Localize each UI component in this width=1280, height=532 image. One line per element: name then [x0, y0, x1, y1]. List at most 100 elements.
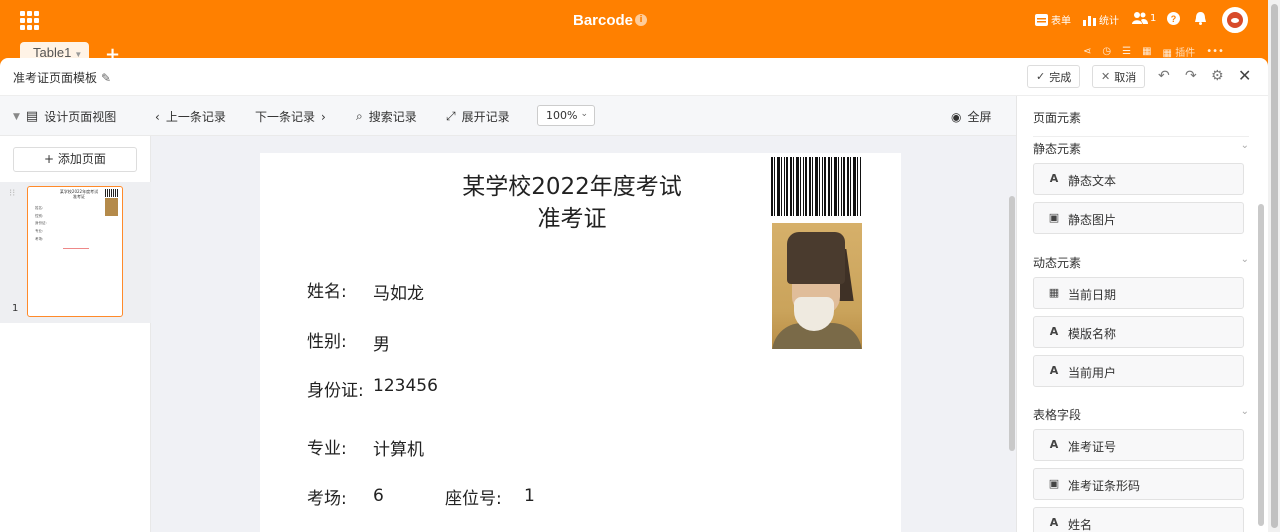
static-section-header[interactable]: 静态元素 ⌄: [1033, 140, 1249, 157]
thumbnail-name-line: 姓名:: [35, 206, 44, 210]
stats-button[interactable]: 统计: [1083, 12, 1119, 27]
chevron-down-icon[interactable]: ⌄: [1241, 254, 1249, 265]
zoom-value: 100%: [546, 109, 578, 122]
element-ticket-barcode[interactable]: ▣ 准考证条形码: [1033, 468, 1244, 500]
bell-icon: [1195, 12, 1206, 25]
page-list-panel: + 添加页面 ⁝⁝ 1 某学校2022年度考试 准考证 姓名: 性别: 身份证:…: [0, 136, 151, 532]
dynamic-section-header[interactable]: 动态元素 ⌄: [1033, 254, 1249, 271]
scrollbar-thumb[interactable]: [1271, 4, 1278, 528]
members-count: 1: [1150, 12, 1157, 24]
page-number: 1: [12, 303, 19, 314]
panel-title: 页面元素: [1033, 111, 1082, 125]
page-design-editor: 准考证页面模板 ✎ ✓ 完成 ✕ 取消 ↶ ↷ ⚙ ✕ ▼ ▤ 设计页面视图 ‹ …: [0, 58, 1268, 532]
table-layout-icon: ▤: [25, 109, 39, 124]
page-thumbnail-row[interactable]: ⁝⁝ 1 某学校2022年度考试 准考证 姓名: 性别: 身份证: 专业: 考场…: [0, 182, 151, 323]
settings-gear-icon[interactable]: ⚙: [1211, 68, 1224, 84]
element-label: 姓名: [1068, 518, 1093, 532]
chevron-down-icon[interactable]: ⌄: [1241, 406, 1249, 417]
canvas-scrollbar[interactable]: [1009, 196, 1015, 451]
template-title: 准考证页面模板 ✎: [13, 69, 111, 86]
element-label: 当前用户: [1068, 366, 1117, 380]
text-icon: A: [1049, 325, 1059, 338]
elements-panel-scrollbar[interactable]: [1258, 204, 1264, 526]
drag-handle-icon[interactable]: ⁝⁝: [9, 189, 15, 199]
design-view-toggle[interactable]: ▼ ▤ 设计页面视图: [13, 108, 116, 125]
cancel-button[interactable]: ✕ 取消: [1092, 65, 1146, 88]
done-button[interactable]: ✓ 完成: [1027, 65, 1081, 88]
edit-pencil-icon[interactable]: ✎: [101, 71, 111, 85]
element-current-user[interactable]: A 当前用户: [1033, 355, 1244, 387]
form-button[interactable]: 表单: [1035, 12, 1071, 27]
name-value[interactable]: 马如龙: [373, 279, 424, 304]
ticket-barcode[interactable]: [771, 157, 861, 216]
seat-value[interactable]: 1: [524, 486, 535, 506]
gender-label[interactable]: 性别:: [307, 327, 347, 352]
close-editor-icon[interactable]: ✕: [1238, 66, 1251, 85]
history-icon[interactable]: ◷: [1102, 46, 1111, 57]
next-record-button[interactable]: 下一条记录 ›: [255, 108, 326, 125]
layout-icon[interactable]: ☰: [1122, 46, 1131, 57]
thumbnail-barcode: [105, 189, 118, 197]
seat-label[interactable]: 座位号:: [445, 484, 502, 509]
table-fields-section-header[interactable]: 表格字段 ⌄: [1033, 406, 1249, 423]
search-record-button[interactable]: ⌕ 搜索记录: [356, 108, 417, 125]
element-label: 准考证号: [1068, 440, 1117, 454]
members-button[interactable]: 1: [1132, 12, 1156, 24]
element-label: 模版名称: [1068, 327, 1117, 341]
fullscreen-label: 全屏: [967, 110, 992, 124]
more-icon[interactable]: •••: [1206, 46, 1224, 57]
form-label: 表单: [1051, 16, 1071, 27]
share-icon[interactable]: ⋖: [1083, 46, 1091, 57]
thumbnail-gender-line: 性别:: [35, 214, 44, 218]
zoom-select[interactable]: 100% ⌄: [537, 105, 595, 126]
info-icon[interactable]: i: [635, 14, 647, 26]
expand-icon: ⤢: [446, 109, 456, 123]
student-photo[interactable]: [772, 223, 862, 349]
major-label[interactable]: 专业:: [307, 434, 347, 459]
admission-ticket-page[interactable]: 某学校2022年度考试 准考证 姓名: 马如龙 性别: 男 身份证: 12345…: [260, 153, 901, 532]
grid-view-icon[interactable]: ▦: [1142, 46, 1151, 57]
element-label: 当前日期: [1068, 288, 1117, 302]
element-template-name[interactable]: A 模版名称: [1033, 316, 1244, 348]
id-value[interactable]: 123456: [373, 376, 438, 396]
name-label[interactable]: 姓名:: [307, 277, 347, 302]
window-scrollbar[interactable]: [1268, 0, 1280, 532]
text-icon: A: [1049, 364, 1059, 377]
apps-grid-icon[interactable]: [20, 11, 39, 30]
svg-text:?: ?: [1171, 14, 1177, 24]
search-record-label: 搜索记录: [368, 110, 417, 124]
dynamic-section-label: 动态元素: [1033, 256, 1082, 270]
room-label[interactable]: 考场:: [307, 484, 347, 509]
redo-icon[interactable]: ↷: [1185, 68, 1197, 84]
major-value[interactable]: 计算机: [373, 435, 424, 460]
users-icon: [1132, 12, 1148, 24]
notifications-button[interactable]: [1194, 12, 1207, 25]
help-button[interactable]: ?: [1167, 12, 1180, 25]
text-icon: A: [1049, 172, 1059, 185]
fullscreen-button[interactable]: ◉ 全屏: [951, 108, 992, 125]
avatar[interactable]: [1222, 7, 1248, 33]
element-label: 准考证条形码: [1068, 479, 1141, 493]
element-current-date[interactable]: ▦ 当前日期: [1033, 277, 1244, 309]
gender-value[interactable]: 男: [373, 330, 390, 355]
room-value[interactable]: 6: [373, 486, 384, 506]
thumbnail-room-line: 考场:: [35, 237, 44, 241]
add-page-button[interactable]: + 添加页面: [13, 147, 137, 172]
editor-header: 准考证页面模板 ✎ ✓ 完成 ✕ 取消 ↶ ↷ ⚙ ✕: [0, 58, 1268, 96]
prev-record-button[interactable]: ‹ 上一条记录: [155, 108, 226, 125]
id-label[interactable]: 身份证:: [307, 376, 364, 401]
element-static-text[interactable]: A 静态文本: [1033, 163, 1244, 195]
undo-icon[interactable]: ↶: [1158, 68, 1170, 84]
plugin-button[interactable]: ▦ 插件: [1163, 44, 1196, 59]
element-static-image[interactable]: ▣ 静态图片: [1033, 202, 1244, 234]
table-fields-section-label: 表格字段: [1033, 408, 1082, 422]
expand-record-button[interactable]: ⤢ 展开记录: [446, 108, 510, 125]
chevron-down-icon[interactable]: ⌄: [1241, 140, 1249, 151]
element-ticket-number[interactable]: A 准考证号: [1033, 429, 1244, 461]
prev-record-label: 上一条记录: [165, 110, 226, 124]
done-label: 完成: [1049, 70, 1072, 84]
element-name-field[interactable]: A 姓名: [1033, 507, 1244, 532]
page-thumbnail[interactable]: 某学校2022年度考试 准考证 姓名: 性别: 身份证: 专业: 考场:: [27, 186, 123, 317]
search-icon: ⌕: [356, 109, 363, 123]
add-page-label: 添加页面: [57, 152, 106, 166]
